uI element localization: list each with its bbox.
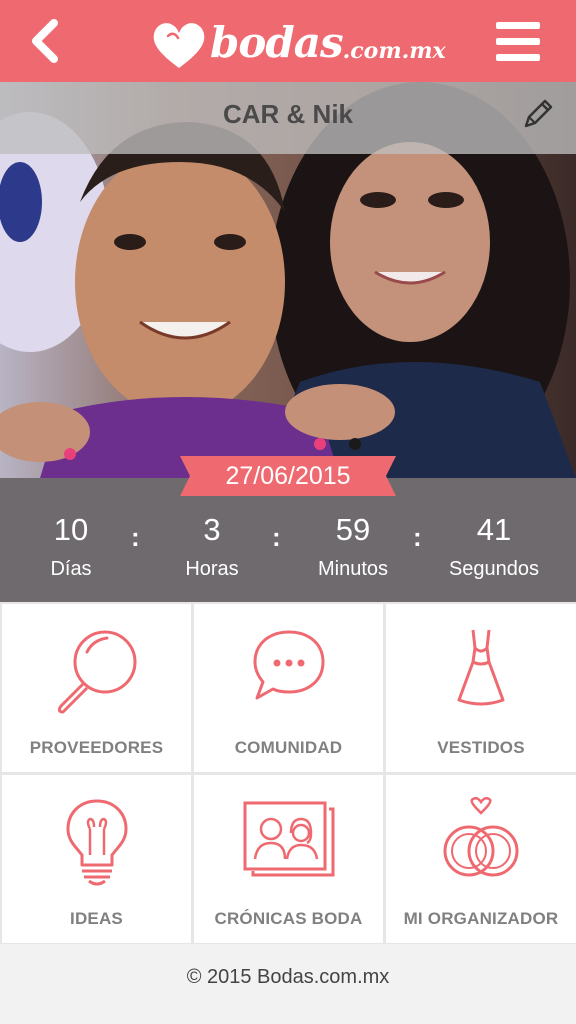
countdown-value: 41 bbox=[476, 512, 512, 547]
tile-label: CRÓNICAS BODA bbox=[214, 909, 363, 928]
tile-ideas[interactable]: IDEAS bbox=[2, 775, 191, 943]
countdown-label: Días bbox=[50, 558, 92, 580]
edit-button[interactable] bbox=[520, 96, 556, 132]
tile-comunidad[interactable]: COMUNIDAD bbox=[194, 604, 383, 772]
tile-proveedores[interactable]: PROVEEDORES bbox=[2, 604, 191, 772]
chat-bubble-icon bbox=[253, 630, 324, 700]
countdown-separator: : bbox=[413, 522, 422, 552]
tile-label: PROVEEDORES bbox=[29, 738, 164, 757]
wedding-rings-icon bbox=[443, 797, 519, 877]
tile-label: COMUNIDAD bbox=[234, 738, 343, 757]
countdown-label: Minutos bbox=[317, 558, 389, 580]
brand-suffix: .com.mx bbox=[342, 38, 446, 64]
back-button[interactable] bbox=[22, 16, 68, 66]
countdown-separator: : bbox=[272, 522, 281, 552]
dress-icon bbox=[457, 629, 505, 706]
wedding-date: 27/06/2015 bbox=[225, 462, 351, 490]
countdown-days: 10 Días bbox=[1, 512, 141, 581]
top-bar: bodas .com.mx bbox=[0, 0, 576, 82]
couple-name: CAR & Nik bbox=[222, 99, 353, 129]
lightbulb-icon bbox=[66, 799, 127, 886]
countdown-value: 10 bbox=[53, 512, 89, 547]
hamburger-menu-icon bbox=[496, 22, 540, 29]
tile-cronicas-boda[interactable]: CRÓNICAS BODA bbox=[194, 775, 383, 943]
countdown-value: 3 bbox=[203, 512, 221, 547]
chevron-left-icon bbox=[32, 19, 58, 63]
pencil-icon bbox=[524, 99, 553, 128]
countdown-value: 59 bbox=[335, 512, 371, 547]
bodas-logo[interactable]: bodas .com.mx bbox=[150, 10, 446, 72]
countdown-separator: : bbox=[131, 522, 140, 552]
countdown-label: Segundos bbox=[448, 558, 540, 580]
heart-logo-icon bbox=[153, 23, 205, 68]
tile-label: VESTIDOS bbox=[437, 738, 525, 757]
countdown-panel: 10 Días : 3 Horas : 59 Minutos : 41 Segu… bbox=[0, 478, 576, 602]
countdown-label: Horas bbox=[185, 558, 239, 580]
footer: © 2015 Bodas.com.mx bbox=[0, 944, 576, 1024]
menu-grid: PROVEEDORES COMUNIDAD VESTIDOS IDEAS CRÓ… bbox=[0, 602, 576, 944]
tile-mi-organizador[interactable]: MI ORGANIZADOR bbox=[386, 775, 576, 943]
brand-name: bodas bbox=[210, 18, 344, 67]
countdown-seconds: 41 Segundos bbox=[424, 512, 564, 581]
tile-label: MI ORGANIZADOR bbox=[403, 909, 559, 928]
countdown-minutes: 59 Minutos bbox=[283, 512, 423, 581]
countdown-hours: 3 Horas bbox=[142, 512, 282, 581]
magnifier-icon bbox=[57, 630, 136, 714]
menu-button[interactable] bbox=[496, 20, 548, 62]
tile-label: IDEAS bbox=[70, 909, 123, 928]
copyright-text: © 2015 Bodas.com.mx bbox=[186, 966, 390, 988]
tile-vestidos[interactable]: VESTIDOS bbox=[386, 604, 576, 772]
couple-photos-icon bbox=[243, 801, 334, 877]
